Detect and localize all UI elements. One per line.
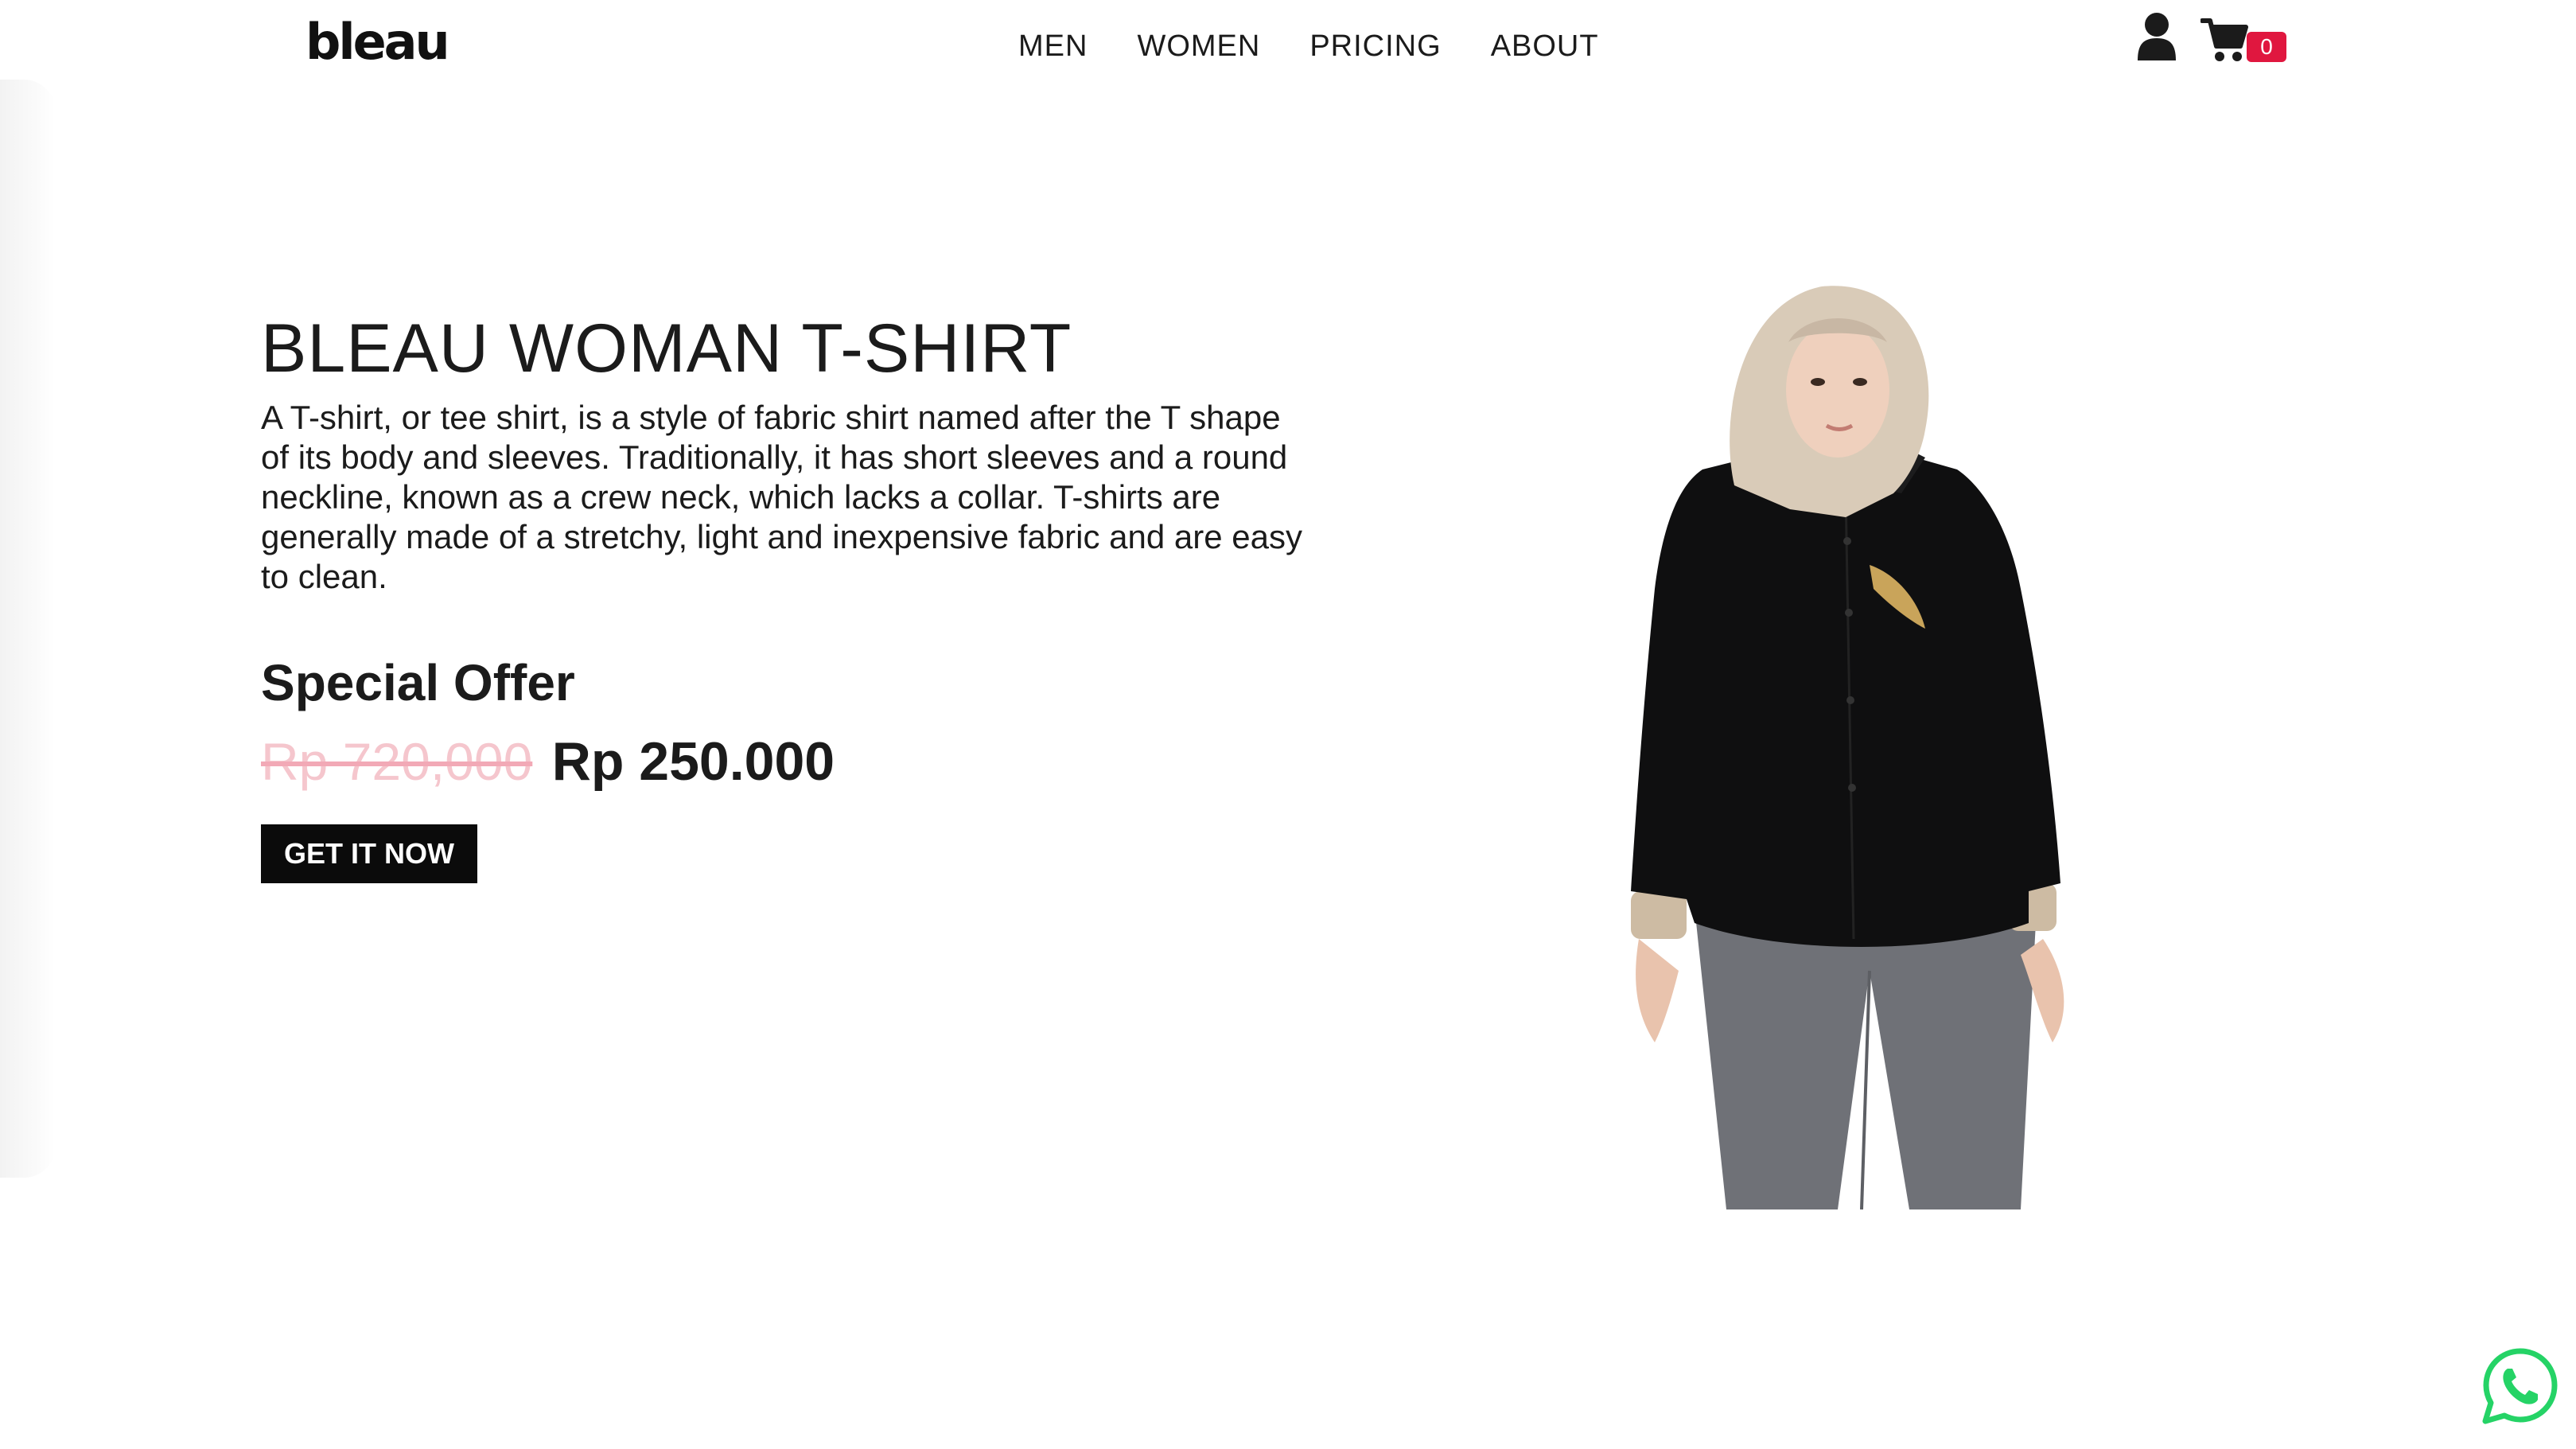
cart-icon	[2200, 18, 2248, 61]
brand-logo[interactable]: bleau	[305, 14, 450, 70]
nav-item-pricing[interactable]: PRICING	[1309, 24, 1441, 68]
whatsapp-button[interactable]	[2481, 1346, 2560, 1426]
product-title: BLEAU WOMAN T-SHIRT	[261, 310, 1072, 387]
cart-count-badge: 0	[2247, 32, 2286, 62]
main-nav: MEN WOMEN PRICING ABOUT	[1018, 24, 1648, 68]
whatsapp-icon	[2482, 1348, 2558, 1424]
get-it-now-button[interactable]: GET IT NOW	[261, 824, 477, 883]
special-offer-heading: Special Offer	[261, 654, 575, 711]
sale-price: Rp 250.000	[551, 731, 835, 792]
page: bleau MEN WOMEN PRICING ABOUT 0 BLEAU WO…	[0, 0, 2576, 1449]
left-edge-shadow	[0, 80, 56, 1178]
price-row: Rp 720,000 Rp 250.000	[261, 726, 835, 812]
product-model-image	[1631, 286, 2064, 1209]
original-price: Rp 720,000	[261, 732, 533, 791]
account-button[interactable]	[2135, 11, 2178, 62]
nav-item-about[interactable]: ABOUT	[1491, 24, 1599, 68]
user-icon	[2138, 13, 2176, 60]
cart-button[interactable]: 0	[2200, 11, 2288, 67]
nav-item-men[interactable]: MEN	[1018, 24, 1088, 68]
nav-item-women[interactable]: WOMEN	[1137, 24, 1260, 68]
header-icons: 0	[2135, 11, 2288, 67]
product-description: A T-shirt, or tee shirt, is a style of f…	[261, 399, 1302, 595]
